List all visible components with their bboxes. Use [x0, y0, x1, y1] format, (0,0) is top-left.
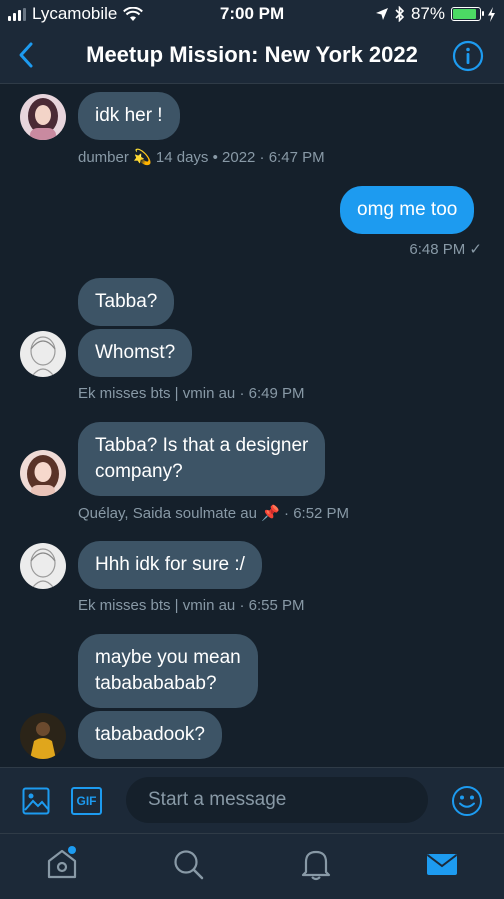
- gif-button[interactable]: GIF: [71, 787, 102, 815]
- location-arrow-icon: [375, 8, 388, 20]
- conversation-header: Meetup Mission: New York 2022: [0, 28, 504, 84]
- tab-search[interactable]: [170, 846, 206, 882]
- message-meta: Ek misses bts | vmin au · 6:55 PM: [78, 597, 305, 614]
- tab-notifications[interactable]: [298, 846, 334, 882]
- message-bubble[interactable]: Whomst?: [78, 329, 193, 377]
- message-composer: GIF: [0, 767, 504, 833]
- tab-home[interactable]: [44, 846, 80, 882]
- avatar[interactable]: [20, 713, 66, 759]
- message-text-line: tababababab?: [95, 673, 217, 694]
- bottom-tab-bar: [0, 833, 504, 899]
- charging-bolt-icon: [488, 6, 495, 22]
- tab-messages[interactable]: [424, 846, 460, 882]
- pin-emoji-icon: 📌: [261, 505, 280, 522]
- avatar[interactable]: [20, 543, 66, 589]
- message-text-line: company?: [95, 461, 183, 482]
- message-meta: dumber 💫 14 days • 2022 · 6:47 PM: [78, 148, 325, 166]
- sender-name: dumber: [78, 149, 129, 166]
- message-list[interactable]: idk her ! dumber 💫 14 days • 2022 · 6:47…: [0, 85, 504, 767]
- status-right: 87%: [375, 4, 496, 24]
- sender-detail: · 6:52 PM: [284, 505, 350, 522]
- info-button[interactable]: [452, 40, 484, 72]
- message-bubble[interactable]: Tabba?: [78, 278, 175, 326]
- message-bubble[interactable]: Tabba? Is that a designer company?: [78, 422, 326, 496]
- emoji-button[interactable]: [451, 785, 483, 817]
- message-bubble-outgoing[interactable]: omg me too: [340, 186, 475, 234]
- dizzy-emoji-icon: 💫: [133, 149, 152, 166]
- battery-percent: 87%: [410, 4, 445, 23]
- avatar[interactable]: [20, 94, 66, 140]
- avatar[interactable]: [20, 450, 66, 496]
- message-meta: Ek misses bts | vmin au · 6:49 PM: [78, 385, 305, 402]
- message-bubble[interactable]: Hhh idk for sure :/: [78, 541, 262, 589]
- message-meta: 6:48 PM ✓: [409, 241, 482, 258]
- status-bar: Lycamobile 7:00 PM 87%: [0, 0, 504, 28]
- message-meta: Quélay, Saida soulmate au 📌 · 6:52 PM: [78, 504, 349, 522]
- bluetooth-icon: [395, 6, 405, 22]
- image-button[interactable]: [22, 787, 50, 815]
- conversation-title: Meetup Mission: New York 2022: [86, 42, 418, 67]
- message-bubble[interactable]: idk her !: [78, 92, 180, 140]
- message-bubble[interactable]: maybe you mean tababababab?: [78, 634, 258, 708]
- avatar[interactable]: [20, 331, 66, 377]
- battery-icon: [451, 7, 484, 21]
- sender-detail: 14 days • 2022 · 6:47 PM: [155, 149, 325, 166]
- sender-name: Quélay, Saida soulmate au: [78, 505, 257, 522]
- message-text-line: maybe you mean: [95, 647, 241, 668]
- message-input[interactable]: [126, 777, 428, 823]
- message-bubble[interactable]: tababadook?: [78, 711, 222, 759]
- message-text-line: Tabba? Is that a designer: [95, 435, 309, 456]
- gif-label: GIF: [76, 794, 97, 808]
